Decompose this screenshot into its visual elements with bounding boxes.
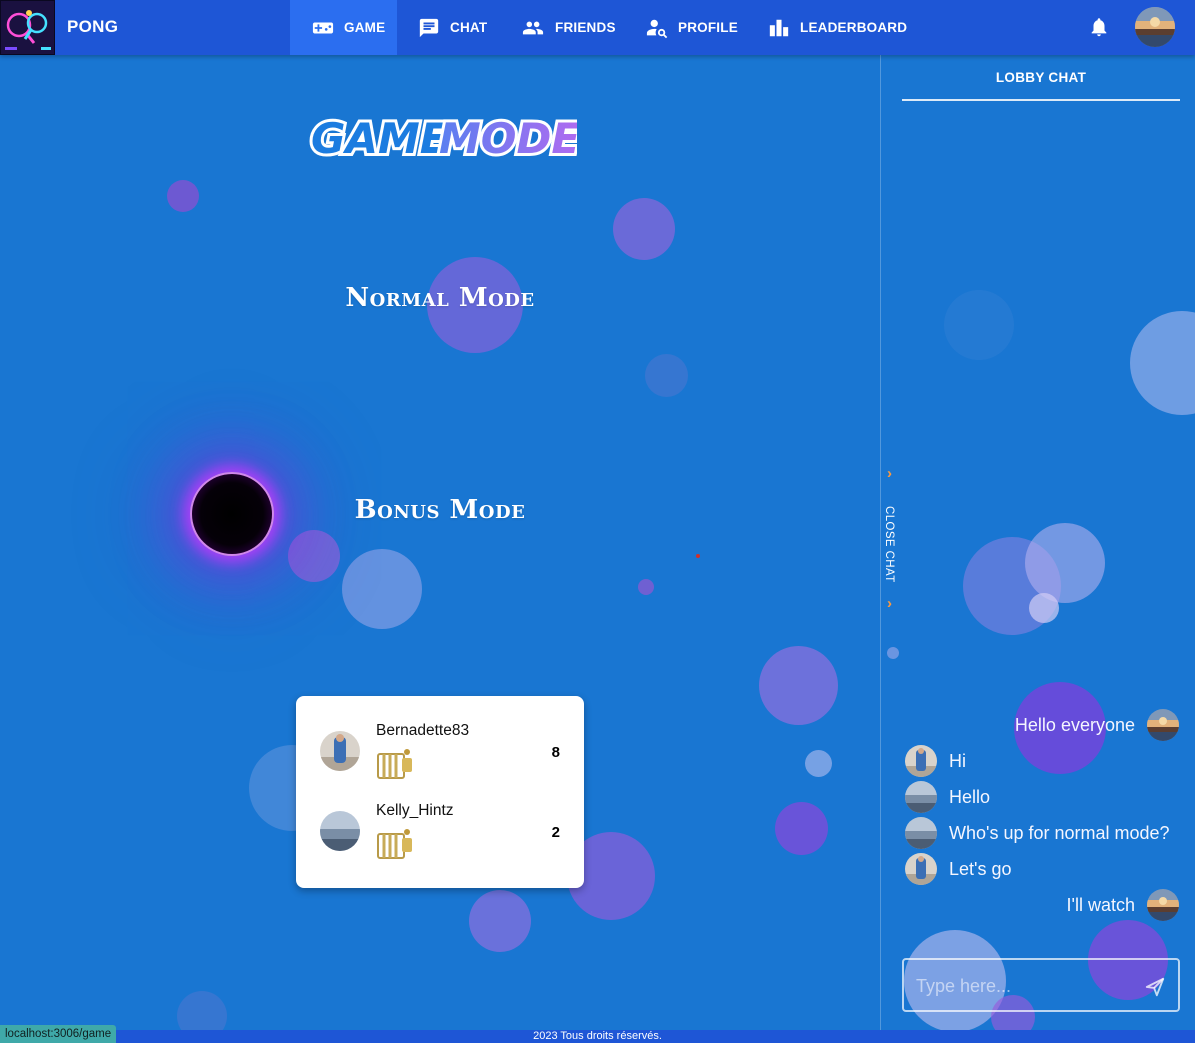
decorative-bubble	[696, 554, 700, 558]
avatar	[905, 745, 937, 777]
tab-profile-label: PROFILE	[678, 20, 738, 35]
close-chat-label: CLOSE CHAT	[883, 506, 895, 583]
tab-game-label: GAME	[344, 20, 386, 35]
decorative-bubble	[288, 530, 340, 582]
player-score: 2	[551, 824, 560, 841]
avatar	[1147, 709, 1179, 741]
chat-input-box	[902, 958, 1180, 1012]
pong-logo[interactable]	[0, 0, 55, 55]
decorative-bubble	[469, 890, 531, 952]
chat-message: Who's up for normal mode?	[905, 817, 1170, 849]
chat-message: Hello everyone	[1015, 709, 1179, 741]
game-mode-title: GAME MODE	[308, 111, 577, 166]
chat-message: Hi	[905, 745, 966, 777]
decorative-bubble	[1025, 523, 1105, 603]
decorative-bubble	[1130, 311, 1195, 415]
leaderboard-icon	[769, 19, 789, 36]
chevron-right-icon: ›	[887, 465, 892, 482]
decorative-bubble	[177, 991, 227, 1030]
profile-search-icon	[646, 19, 668, 38]
decorative-bubble	[1029, 593, 1059, 623]
title-part-mode: MODE	[439, 114, 577, 163]
friends-icon	[522, 21, 544, 34]
close-chat-toggle[interactable]: › CLOSE CHAT ›	[881, 465, 903, 615]
trophy-icon	[377, 749, 412, 779]
player-score: 8	[551, 744, 560, 761]
chat-message: Hello	[905, 781, 990, 813]
copyright-text: 2023 Tous droits réservés.	[533, 1030, 662, 1042]
title-part-game: GAME	[311, 114, 449, 163]
tab-game[interactable]: GAME	[290, 0, 397, 55]
bonus-mode-button[interactable]: Bonus Mode	[240, 495, 640, 525]
lobby-chat-panel: LOBBY CHAT › CLOSE CHAT › Hello everyone…	[880, 55, 1195, 1030]
chat-message: Let's go	[905, 853, 1011, 885]
decorative-bubble	[645, 354, 688, 397]
send-icon[interactable]	[1144, 976, 1166, 998]
chat-icon	[419, 18, 439, 37]
tab-friends-label: FRIENDS	[555, 20, 616, 35]
tab-leaderboard-label: LEADERBOARD	[800, 20, 908, 35]
scoreboard-row: Bernadette83 8	[296, 716, 584, 796]
lobby-chat-title: LOBBY CHAT	[902, 55, 1180, 101]
bell-icon[interactable]	[1088, 16, 1110, 38]
avatar	[905, 817, 937, 849]
normal-mode-button[interactable]: Normal Mode	[240, 283, 640, 313]
decorative-bubble	[944, 290, 1014, 360]
decorative-bubble	[759, 646, 838, 725]
chat-message-input[interactable]	[916, 972, 1136, 1000]
chat-message-text: I'll watch	[1066, 894, 1135, 915]
decorative-bubble	[775, 802, 828, 855]
chat-message-text: Hello	[949, 786, 991, 807]
tab-chat[interactable]: CHAT	[418, 0, 487, 55]
player-avatar	[320, 811, 360, 851]
player-name: Kelly_Hintz	[376, 802, 454, 819]
avatar	[905, 781, 937, 813]
player-name: Bernadette83	[376, 722, 470, 739]
tab-chat-label: CHAT	[450, 20, 488, 35]
chevron-right-icon: ›	[887, 595, 892, 612]
page-footer: 2023 Tous droits réservés.	[0, 1030, 1195, 1043]
tab-profile[interactable]: PROFILE	[646, 0, 738, 55]
decorative-bubble	[887, 647, 899, 659]
user-avatar[interactable]	[1135, 7, 1175, 47]
chat-message-text: Who's up for normal mode?	[949, 822, 1170, 843]
black-hole-ball	[190, 472, 274, 556]
tab-friends[interactable]: FRIENDS	[521, 0, 616, 55]
browser-status-url: localhost:3006/game	[0, 1025, 117, 1043]
chat-message-text: Let's go	[949, 858, 1012, 879]
match-scoreboard[interactable]: Bernadette83 8 Kelly_Hintz 2	[296, 696, 584, 888]
decorative-bubble	[613, 198, 675, 260]
avatar	[905, 853, 937, 885]
decorative-bubble	[805, 750, 832, 777]
game-area: GAME MODE Normal Mode Bonus Mode Bernade…	[0, 55, 880, 1030]
decorative-bubble	[638, 579, 654, 595]
chat-message-text: Hi	[949, 750, 966, 771]
gamepad-icon	[312, 22, 334, 33]
decorative-bubble	[342, 549, 422, 629]
trophy-icon	[377, 829, 412, 859]
scoreboard-row: Kelly_Hintz 2	[296, 796, 584, 876]
brand-name[interactable]: PONG	[67, 17, 118, 37]
decorative-bubble	[167, 180, 199, 212]
avatar	[1147, 889, 1179, 921]
player-avatar	[320, 731, 360, 771]
chat-message: I'll watch	[1067, 889, 1179, 921]
chat-message-text: Hello everyone	[1014, 714, 1135, 735]
top-navbar: PONG GAME CHAT FRIENDS PROFILE LEADERBOA…	[0, 0, 1195, 55]
tab-leaderboard[interactable]: LEADERBOARD	[768, 0, 907, 55]
